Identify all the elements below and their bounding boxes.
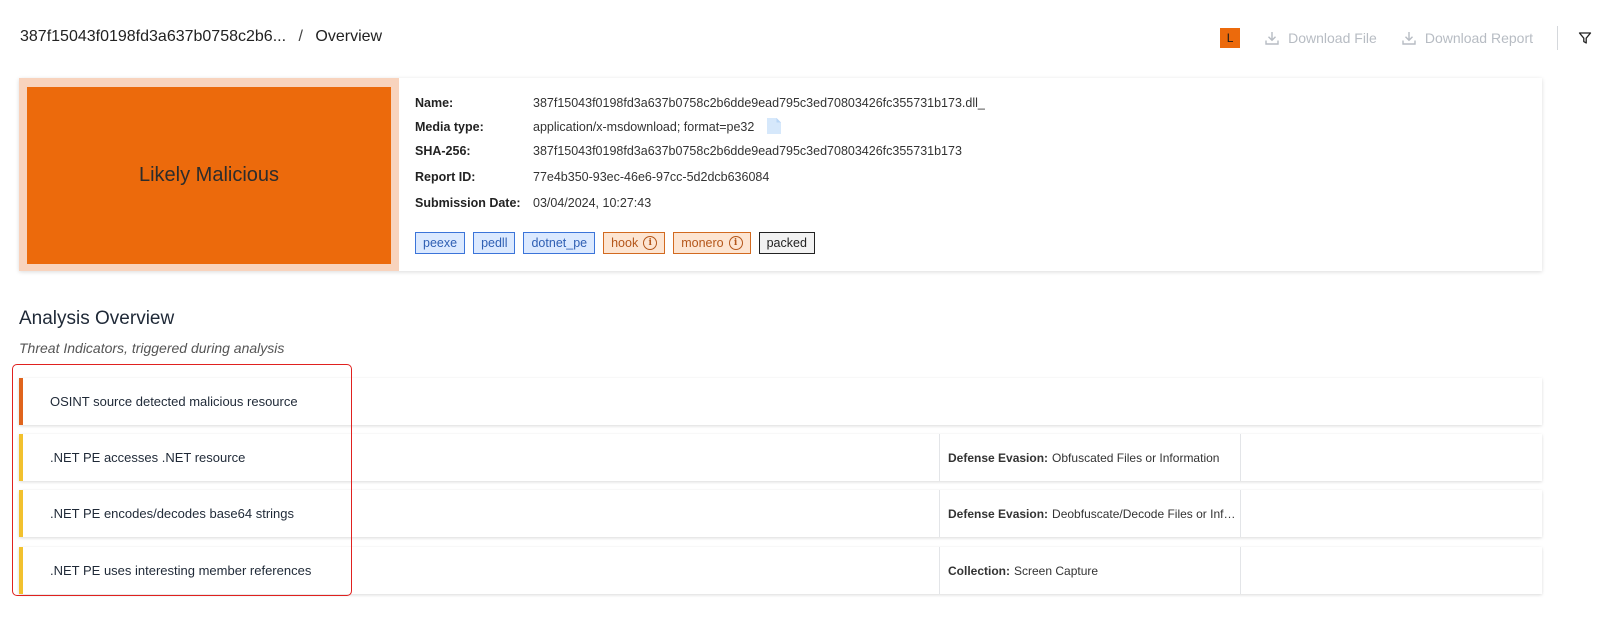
file-icon: [766, 118, 781, 135]
media-type-text: application/x-msdownload; format=pe32: [533, 120, 755, 134]
meta-label: Media type:: [415, 120, 484, 134]
tactic-label: Collection:: [948, 563, 1010, 578]
mitre-tactic-cell: Defense Evasion: Obfuscated Files or Inf…: [939, 434, 1241, 481]
meta-value-name: 387f15043f0198fd3a637b0758c2b6dde9ead795…: [533, 96, 985, 110]
tactic-label: Defense Evasion:: [948, 506, 1049, 521]
download-icon: [1402, 32, 1416, 45]
technique-label: Obfuscated Files or Information: [1052, 450, 1220, 465]
tag-pedll[interactable]: pedll: [473, 232, 516, 254]
tag-label: peexe: [423, 236, 458, 250]
filter-icon: [1578, 32, 1592, 44]
meta-value-sha256[interactable]: 387f15043f0198fd3a637b0758c2b6dde9ead795…: [533, 144, 962, 158]
page-header: 387f15043f0198fd3a637b0758c2b6... / Over…: [0, 0, 1606, 76]
indicator-name: .NET PE uses interesting member referenc…: [50, 563, 312, 578]
verdict-badge: Likely Malicious: [27, 87, 391, 264]
severity-bar: [19, 378, 23, 425]
header-actions: L Download File Download Report: [1220, 26, 1592, 50]
technique-label: Screen Capture: [1014, 563, 1099, 578]
threat-indicator-row[interactable]: .NET PE accesses .NET resource Defense E…: [19, 434, 1542, 481]
tag-label: hook: [611, 236, 639, 250]
download-report-button[interactable]: Download Report: [1401, 30, 1533, 46]
tag-monero[interactable]: monero i: [673, 232, 751, 254]
severity-bar: [19, 547, 23, 594]
mitre-tactic-cell: Defense Evasion: Deobfuscate/Decode File…: [939, 490, 1241, 537]
indicator-name: .NET PE encodes/decodes base64 strings: [50, 506, 295, 521]
download-icon: [1265, 32, 1279, 45]
meta-label: SHA-256:: [415, 144, 471, 158]
tag-label: pedll: [481, 236, 508, 250]
breadcrumb-current: Overview: [315, 28, 383, 45]
tactic-label: Defense Evasion:: [948, 450, 1049, 465]
tag-label: packed: [766, 236, 807, 250]
meta-label: Report ID:: [415, 170, 476, 184]
threat-indicator-row[interactable]: OSINT source detected malicious resource: [19, 378, 1542, 425]
analysis-overview-subtitle: Threat Indicators, triggered during anal…: [19, 340, 285, 356]
tag-label: monero: [681, 236, 724, 250]
severity-bar: [19, 490, 23, 537]
download-file-button[interactable]: Download File: [1264, 30, 1377, 46]
tag-hook[interactable]: hook i: [603, 232, 666, 254]
verdict-label: Likely Malicious: [138, 164, 280, 186]
meta-value-report-id[interactable]: 77e4b350-93ec-46e6-97cc-5d2dcb636084: [533, 170, 769, 184]
severity-bar: [19, 434, 23, 481]
tag-packed[interactable]: packed: [758, 232, 815, 254]
indicator-name: OSINT source detected malicious resource: [50, 394, 298, 409]
tag-label: dotnet_pe: [531, 236, 588, 250]
meta-value-submission-date: 03/04/2024, 10:27:43: [533, 196, 652, 210]
meta-label: Submission Date:: [415, 196, 521, 210]
mitre-tactic-cell: Collection: Screen Capture: [939, 547, 1241, 594]
verdict-frame: Likely Malicious: [19, 78, 399, 271]
filter-button[interactable]: [1578, 31, 1592, 45]
breadcrumb-separator: /: [298, 28, 303, 45]
avatar[interactable]: L: [1220, 28, 1241, 48]
breadcrumb-file[interactable]: 387f15043f0198fd3a637b0758c2b6...: [20, 28, 286, 45]
technique-label: Deobfuscate/Decode Files or Information: [1052, 506, 1240, 521]
threat-indicator-row[interactable]: .NET PE uses interesting member referenc…: [19, 547, 1542, 594]
summary-card: Likely Malicious Name: 387f15043f0198fd3…: [19, 78, 1542, 271]
analysis-overview-title: Analysis Overview: [19, 308, 175, 329]
breadcrumb: 387f15043f0198fd3a637b0758c2b6... / Over…: [20, 28, 382, 46]
info-icon[interactable]: i: [728, 236, 743, 250]
meta-value-media-type: application/x-msdownload; format=pe32: [533, 118, 782, 135]
header-divider: [1557, 26, 1558, 50]
meta-label: Name:: [415, 96, 454, 110]
download-report-label: Download Report: [1424, 30, 1533, 46]
threat-indicator-row[interactable]: .NET PE encodes/decodes base64 strings D…: [19, 490, 1542, 537]
tag-list: peexe pedll dotnet_pe hook i monero i pa…: [415, 232, 823, 254]
tag-peexe[interactable]: peexe: [415, 232, 466, 254]
info-icon[interactable]: i: [643, 236, 658, 250]
download-file-label: Download File: [1288, 30, 1377, 46]
indicator-name: .NET PE accesses .NET resource: [50, 450, 246, 465]
tag-dotnet-pe[interactable]: dotnet_pe: [523, 232, 596, 254]
